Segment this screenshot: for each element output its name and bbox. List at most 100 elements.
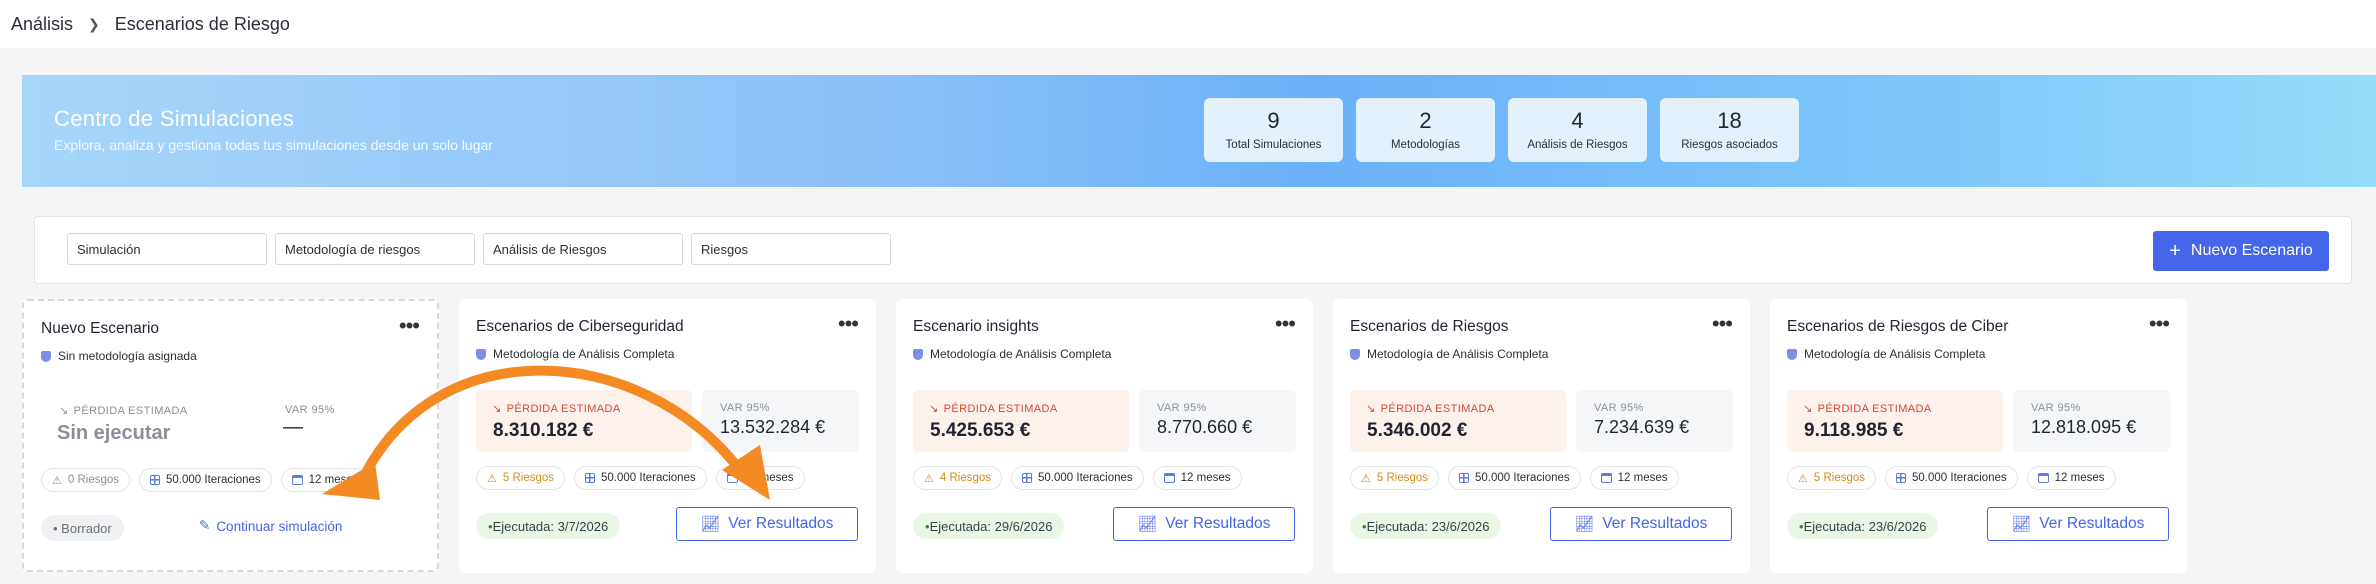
- card-methodology: Metodología de Análisis Completa: [1787, 347, 1985, 361]
- breadcrumb-root[interactable]: Análisis: [11, 14, 73, 35]
- warning-icon: ⚠: [52, 474, 62, 487]
- card-chips: ⚠ 5 Riesgos 50.000 Iteraciones 12 meses: [1787, 466, 2116, 490]
- var-label: VAR 95%: [1157, 402, 1207, 414]
- line-chart-icon: 📈︎: [1574, 515, 1595, 533]
- filter-methodology[interactable]: Metodología de riesgos: [275, 233, 475, 265]
- filter-simulation[interactable]: Simulación: [67, 233, 267, 265]
- methodology-label: Metodología de Análisis Completa: [1367, 347, 1549, 361]
- filter-risks[interactable]: Riesgos: [691, 233, 891, 265]
- card-title: Nuevo Escenario: [41, 320, 160, 337]
- iterations-chip: 50.000 Iteraciones: [1011, 466, 1144, 490]
- loss-label: ↘ PÉRDIDA ESTIMADA: [59, 404, 188, 417]
- shield-icon: [1787, 348, 1797, 360]
- plus-icon: +: [2169, 240, 2181, 262]
- scenario-card[interactable]: Escenario insights ••• Metodología de An…: [896, 299, 1313, 573]
- card-title: Escenarios de Riesgos de Ciber: [1787, 318, 2009, 335]
- breadcrumb: Análisis ❯ Escenarios de Riesgo: [0, 0, 2376, 48]
- calendar-icon: [2037, 473, 2049, 483]
- risks-text: 5 Riesgos: [1376, 472, 1429, 484]
- iterations-chip: 50.000 Iteraciones: [574, 466, 707, 490]
- months-chip: 12 meses: [1589, 466, 1679, 490]
- months-text: 12 meses: [308, 474, 359, 486]
- estimated-loss-box: ↘ PÉRDIDA ESTIMADA 5.425.653 €: [913, 390, 1129, 452]
- risks-text: 5 Riesgos: [502, 472, 555, 484]
- more-horizontal-icon[interactable]: •••: [1712, 311, 1733, 337]
- grid-icon: [585, 473, 596, 483]
- grid-icon: [1459, 473, 1470, 483]
- stat-associated-risks: 18 Riesgos asociados: [1660, 98, 1799, 162]
- new-scenario-label: Nuevo Escenario: [2190, 242, 2313, 259]
- view-results-label: Ver Resultados: [2039, 515, 2145, 532]
- stat-value: 18: [1717, 108, 1742, 133]
- draft-scenario-card[interactable]: Nuevo Escenario ••• Sin metodología asig…: [22, 299, 439, 572]
- stat-value: 9: [1267, 108, 1280, 133]
- months-text: 12 meses: [2054, 472, 2105, 484]
- var-label: VAR 95%: [2031, 402, 2081, 414]
- shield-icon: [41, 350, 51, 362]
- status-text: Ejecutada: 23/6/2026: [1803, 518, 1927, 534]
- risks-chip: ⚠ 0 Riesgos: [41, 468, 131, 492]
- new-scenario-button[interactable]: + Nuevo Escenario: [2153, 231, 2329, 271]
- risks-chip: ⚠ 5 Riesgos: [1787, 466, 1877, 490]
- var-value: 7.234.639 €: [1594, 417, 1690, 437]
- more-horizontal-icon[interactable]: •••: [2149, 311, 2170, 337]
- var-box: VAR 95% 13.532.284 €: [702, 390, 859, 452]
- months-chip: 12 meses: [1152, 466, 1242, 490]
- risks-chip: ⚠ 5 Riesgos: [1350, 466, 1440, 490]
- hero-title: Centro de Simulaciones: [54, 106, 295, 131]
- iterations-text: 50.000 Iteraciones: [1912, 472, 2007, 484]
- months-text: 12 meses: [1180, 472, 1231, 484]
- card-methodology: Metodología de Análisis Completa: [476, 347, 674, 361]
- line-chart-icon: 📈︎: [1137, 515, 1158, 533]
- iterations-text: 50.000 Iteraciones: [166, 474, 261, 486]
- loss-label-text: PÉRDIDA ESTIMADA: [1817, 403, 1932, 415]
- view-results-button[interactable]: 📈︎ Ver Resultados: [676, 507, 858, 541]
- methodology-label: Metodología de Análisis Completa: [930, 347, 1112, 361]
- loss-label-text: PÉRDIDA ESTIMADA: [1380, 403, 1495, 415]
- risks-chip: ⚠ 5 Riesgos: [476, 466, 566, 490]
- loss-value: 5.425.653 €: [930, 420, 1031, 441]
- var-value: 13.532.284 €: [720, 417, 826, 437]
- scenario-card[interactable]: Escenarios de Riesgos de Ciber ••• Metod…: [1770, 299, 2187, 573]
- view-results-button[interactable]: 📈︎ Ver Resultados: [1550, 507, 1732, 541]
- view-results-button[interactable]: 📈︎ Ver Resultados: [1113, 507, 1295, 541]
- trending-down-icon: ↘: [492, 403, 502, 415]
- hero-banner: Centro de Simulaciones Explora, analiza …: [22, 75, 2376, 187]
- var-box: VAR 95% 8.770.660 €: [1139, 390, 1296, 452]
- scenario-card[interactable]: Escenarios de Ciberseguridad ••• Metodol…: [459, 299, 876, 573]
- card-title: Escenario insights: [913, 318, 1039, 335]
- iterations-text: 50.000 Iteraciones: [1038, 472, 1133, 484]
- scenario-card[interactable]: Escenarios de Riesgos ••• Metodología de…: [1333, 299, 1750, 573]
- more-horizontal-icon[interactable]: •••: [399, 313, 420, 339]
- warning-icon: ⚠: [924, 472, 934, 485]
- estimated-loss-box: ↘ PÉRDIDA ESTIMADA Sin ejecutar: [41, 392, 257, 454]
- card-title: Escenarios de Ciberseguridad: [476, 318, 684, 335]
- months-chip: 12 meses: [2026, 466, 2116, 490]
- filter-bar: Simulación Metodología de riesgos Anális…: [34, 216, 2352, 284]
- iterations-chip: 50.000 Iteraciones: [1448, 466, 1581, 490]
- risks-text: 4 Riesgos: [939, 472, 992, 484]
- grid-icon: [150, 475, 161, 485]
- shield-icon: [913, 348, 923, 360]
- var-box: VAR 95% —: [267, 392, 424, 454]
- view-results-button[interactable]: 📈︎ Ver Resultados: [1987, 507, 2169, 541]
- loss-value: 5.346.002 €: [1367, 420, 1468, 441]
- stat-risk-analyses: 4 Análisis de Riesgos: [1508, 98, 1647, 162]
- loss-label: ↘ PÉRDIDA ESTIMADA: [1366, 402, 1495, 415]
- card-chips: ⚠ 0 Riesgos 50.000 Iteraciones 12 meses: [41, 468, 370, 492]
- hero-subtitle: Explora, analiza y gestiona todas tus si…: [54, 137, 493, 153]
- view-results-label: Ver Resultados: [728, 515, 834, 532]
- card-chips: ⚠ 5 Riesgos 50.000 Iteraciones 12 meses: [476, 466, 805, 490]
- loss-label: ↘ PÉRDIDA ESTIMADA: [929, 402, 1058, 415]
- continue-simulation-link[interactable]: ✎ Continuar simulación: [199, 518, 342, 534]
- filter-analysis[interactable]: Análisis de Riesgos: [483, 233, 683, 265]
- continue-label: Continuar simulación: [216, 518, 343, 534]
- more-horizontal-icon[interactable]: •••: [1275, 311, 1296, 337]
- var-label: VAR 95%: [285, 404, 335, 416]
- card-chips: ⚠ 4 Riesgos 50.000 Iteraciones 12 meses: [913, 466, 1242, 490]
- more-horizontal-icon[interactable]: •••: [838, 311, 859, 337]
- loss-label-text: PÉRDIDA ESTIMADA: [506, 403, 621, 415]
- loss-label-text: PÉRDIDA ESTIMADA: [73, 405, 188, 417]
- estimated-loss-box: ↘ PÉRDIDA ESTIMADA 8.310.182 €: [476, 390, 692, 452]
- status-badge: • Ejecutada: 3/7/2026: [476, 513, 621, 539]
